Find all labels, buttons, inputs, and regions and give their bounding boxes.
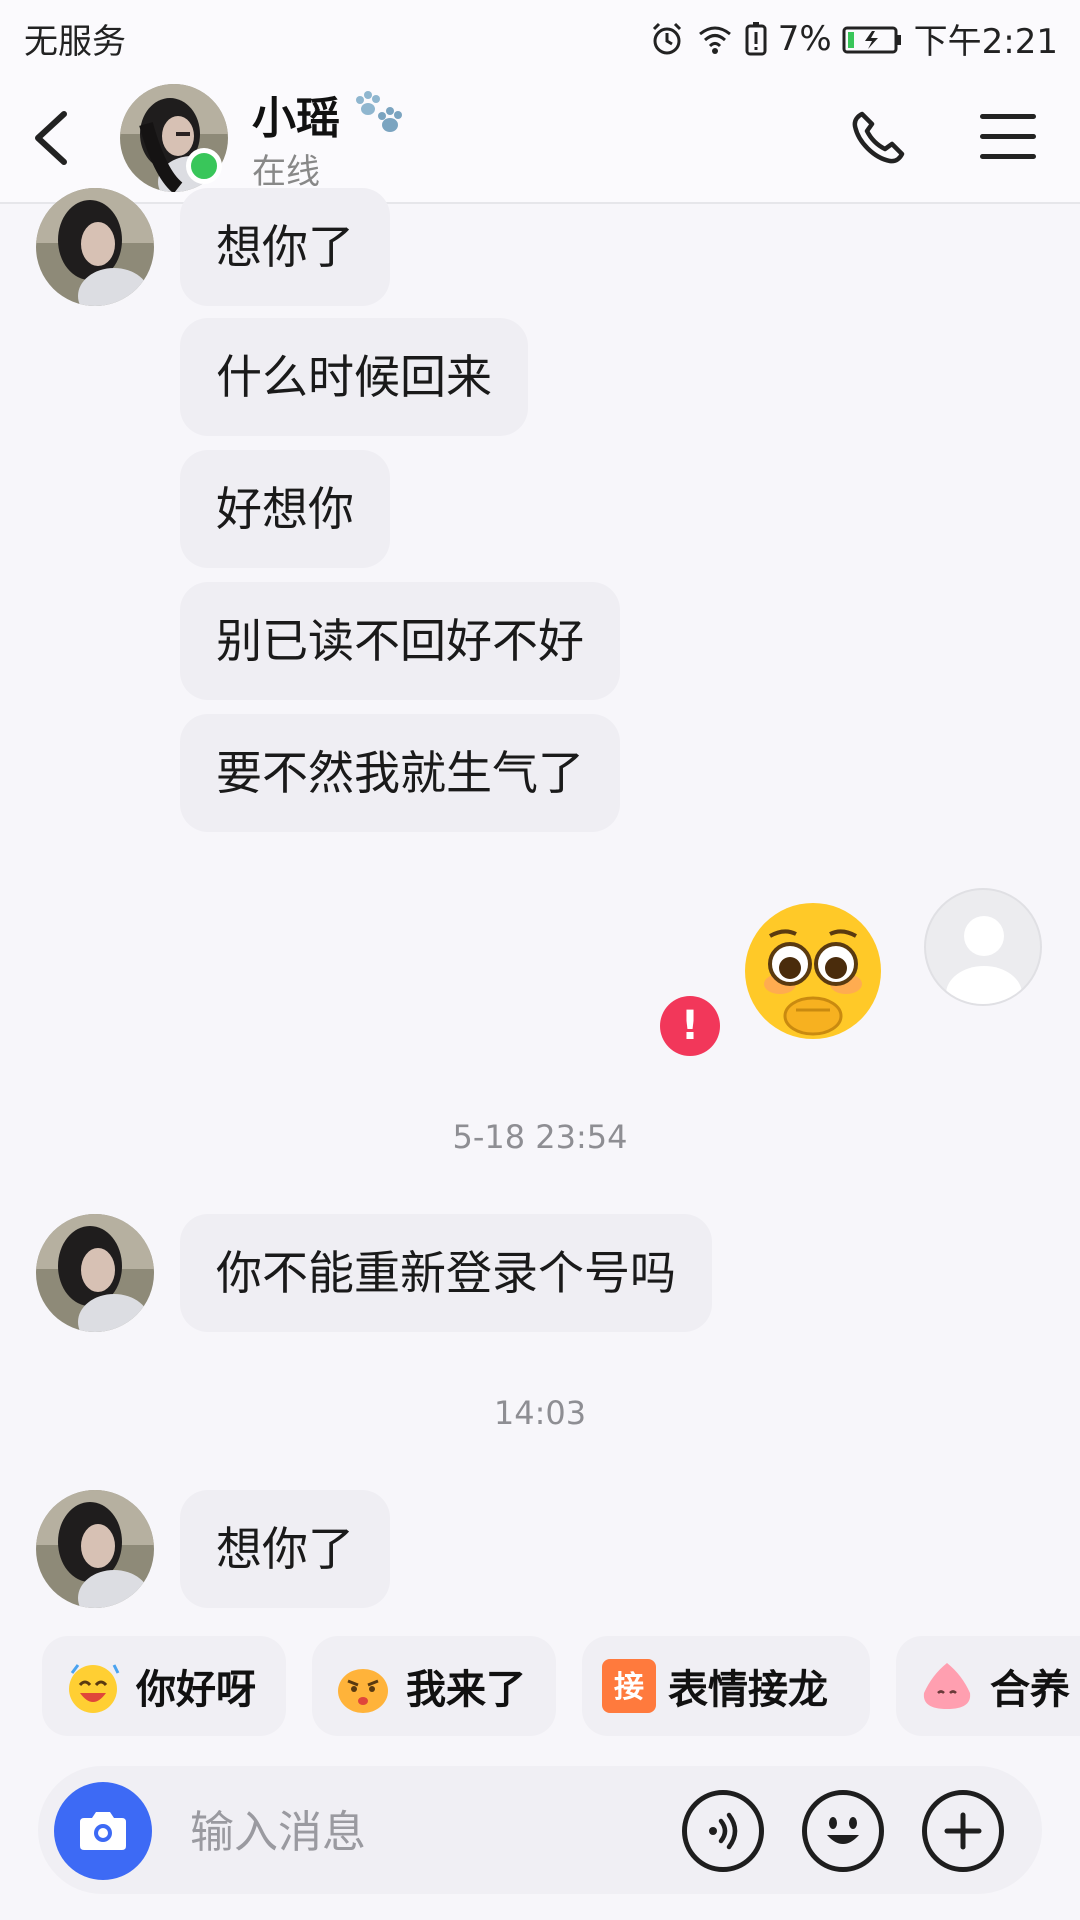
timestamp: 14:03 [493, 1394, 587, 1432]
menu-icon[interactable] [980, 114, 1036, 162]
alarm-icon [652, 22, 681, 54]
sender-avatar[interactable] [36, 1490, 154, 1608]
flushed-emoji-icon[interactable] [740, 898, 886, 1044]
jie-badge-icon: 接 [602, 1659, 656, 1713]
quick-reply-bar: 你好呀 我来了 接 表情接龙 合养 [0, 1636, 1080, 1736]
chip-co-raise[interactable]: 合养 [896, 1636, 1080, 1736]
chip-hello[interactable]: 你好呀 [42, 1636, 286, 1736]
camera-icon [80, 1812, 126, 1850]
chip-label: 你好呀 [136, 1667, 256, 1713]
more-plus-button[interactable] [922, 1790, 1004, 1872]
message-input[interactable]: 输入消息 [190, 1796, 366, 1860]
chip-emoji-chain[interactable]: 接 表情接龙 [582, 1636, 870, 1736]
contact-name-text: 小瑶 [252, 93, 340, 144]
contact-name: 小瑶 [252, 82, 406, 146]
message-bubble[interactable]: 要不然我就生气了 [180, 714, 620, 832]
plus-icon [944, 1812, 982, 1850]
status-bar: 无服务 7% 下午2:21 [0, 0, 1080, 76]
carrier-text: 无服务 [24, 22, 126, 62]
send-failed-icon[interactable]: ! [660, 996, 720, 1056]
battery-charging-icon [842, 26, 901, 53]
battery-percent: 7% [777, 18, 832, 59]
emoji-button[interactable] [802, 1790, 884, 1872]
message-input-bar: 输入消息 [38, 1766, 1042, 1894]
chip-label: 表情接龙 [668, 1667, 828, 1713]
clock-time: 下午2:21 [913, 22, 1058, 62]
jie-badge-text: 接 [614, 1670, 644, 1705]
sender-avatar[interactable] [36, 1214, 154, 1332]
message-bubble[interactable]: 想你了 [180, 188, 390, 306]
paw-icon [356, 91, 402, 132]
chip-here[interactable]: 我来了 [312, 1636, 556, 1736]
smiley-icon [827, 1817, 859, 1844]
timestamp: 5-18 23:54 [452, 1118, 628, 1156]
chip-label: 我来了 [406, 1667, 526, 1713]
camera-button[interactable] [54, 1782, 152, 1880]
battery-alert-icon [745, 21, 767, 55]
laughing-sticker-icon [69, 1664, 120, 1713]
online-indicator [186, 148, 222, 184]
pout-sticker-icon [338, 1669, 388, 1713]
phone-call-icon[interactable] [848, 108, 908, 168]
message-bubble[interactable]: 别已读不回好不好 [180, 582, 620, 700]
message-bubble[interactable]: 好想你 [180, 450, 390, 568]
pink-pet-icon [923, 1663, 971, 1709]
status-icons: 7% 下午2:21 [648, 14, 1058, 63]
voice-button[interactable] [682, 1790, 764, 1872]
contact-status: 在线 [252, 152, 320, 192]
chat-header: 小瑶 在线 [0, 76, 1080, 204]
my-avatar[interactable] [924, 888, 1042, 1006]
message-bubble[interactable]: 你不能重新登录个号吗 [180, 1214, 712, 1332]
wifi-icon [698, 26, 731, 54]
message-bubble[interactable]: 想你了 [180, 1490, 390, 1608]
chip-label: 合养 [990, 1667, 1070, 1713]
message-bubble[interactable]: 什么时候回来 [180, 318, 528, 436]
voice-icon [709, 1812, 738, 1850]
back-arrow-icon[interactable] [28, 108, 72, 168]
sender-avatar[interactable] [36, 188, 154, 306]
